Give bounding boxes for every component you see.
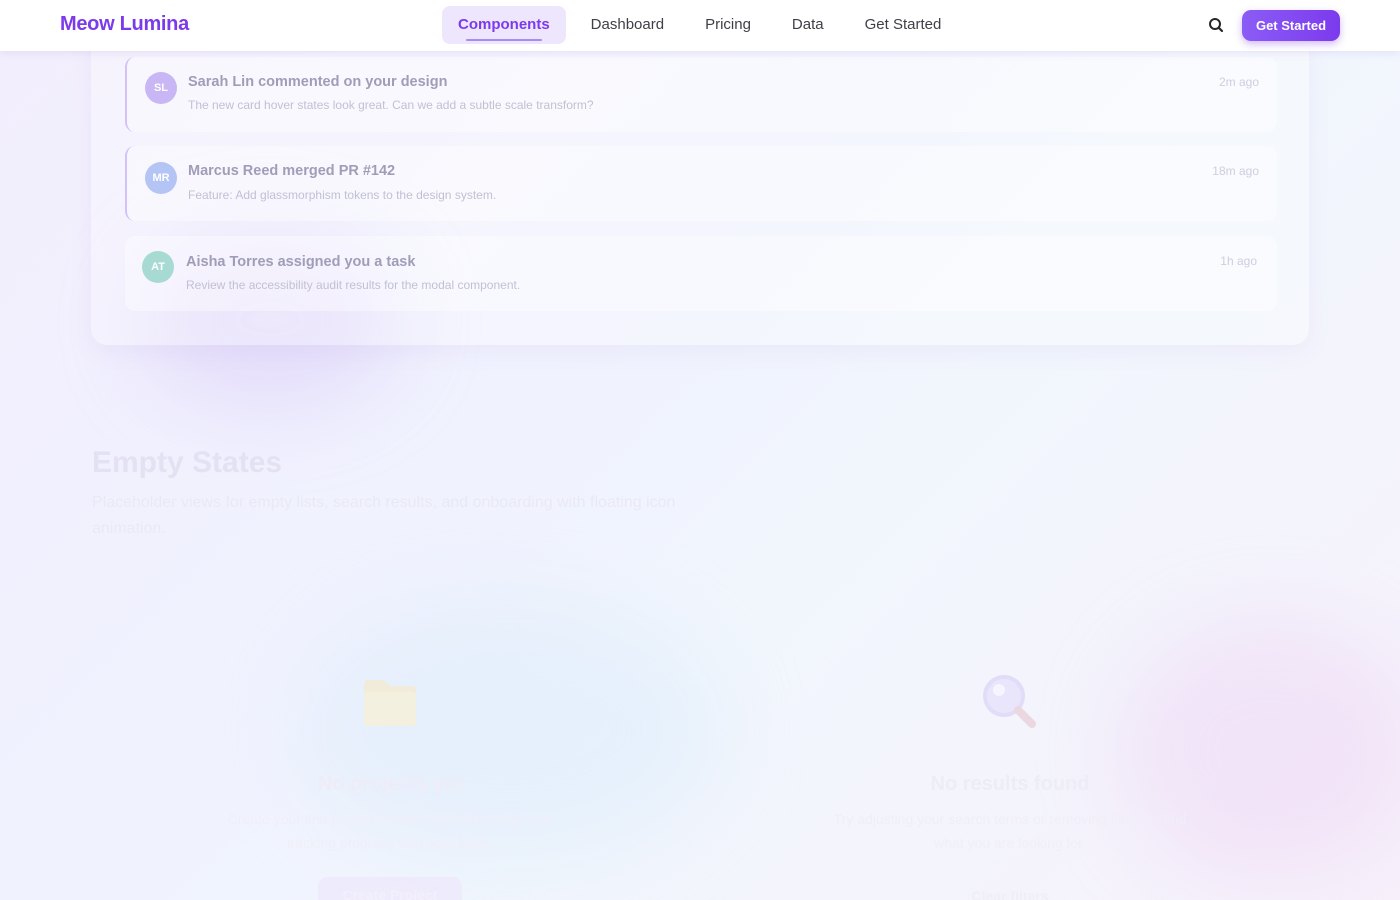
avatar: SL: [145, 72, 177, 104]
activity-item[interactable]: SL Sarah Lin commented on your design Th…: [125, 57, 1277, 132]
activity-timestamp: 1h ago: [1220, 254, 1257, 268]
top-navbar: Meow Lumina Components Dashboard Pricing…: [0, 0, 1400, 51]
avatar: MR: [145, 162, 177, 194]
section-subtitle: Placeholder views for empty lists, searc…: [92, 494, 676, 537]
nav-link-data[interactable]: Data: [776, 6, 840, 44]
nav-link-dashboard[interactable]: Dashboard: [575, 6, 680, 44]
nav-link-get-started[interactable]: Get Started: [849, 6, 958, 44]
create-project-button[interactable]: Create Project: [318, 877, 462, 900]
primary-nav: Components Dashboard Pricing Data Get St…: [442, 6, 966, 44]
activity-title: Sarah Lin commented on your design: [188, 74, 448, 90]
empty-title: No projects yet: [317, 773, 463, 795]
activity-timestamp: 2m ago: [1218, 75, 1259, 89]
activity-title: Marcus Reed merged PR #142: [188, 163, 396, 179]
activity-title: Aisha Torres assigned you a task: [186, 254, 416, 270]
clear-filters-link[interactable]: Clear filters: [950, 888, 1070, 900]
empty-description: Try adjusting your search terms or remov…: [833, 811, 1187, 851]
activity-description: Feature: Add glassmorphism tokens to the…: [188, 188, 497, 202]
get-started-button[interactable]: Get Started: [1242, 10, 1340, 41]
activity-item[interactable]: AT Aisha Torres assigned you a task Revi…: [125, 236, 1277, 311]
empty-title: No results found: [930, 773, 1090, 795]
activity-item[interactable]: MR Marcus Reed merged PR #142 Feature: A…: [125, 146, 1277, 221]
avatar: AT: [142, 251, 174, 283]
activity-timestamp: 18m ago: [1212, 164, 1259, 178]
section-title: Empty States: [92, 446, 283, 479]
activity-description: Review the accessibility audit results f…: [186, 278, 521, 292]
nav-link-pricing[interactable]: Pricing: [689, 6, 767, 44]
search-icon: [1209, 18, 1224, 33]
search-button[interactable]: [1205, 14, 1227, 36]
brand-logo[interactable]: Meow Lumina: [60, 13, 189, 36]
folder-icon: [362, 676, 418, 733]
empty-description: Create your first project to start organ…: [227, 811, 553, 851]
magnifier-icon: [980, 672, 1040, 737]
nav-link-components[interactable]: Components: [442, 6, 566, 44]
activity-description: The new card hover states look great. Ca…: [188, 98, 594, 112]
